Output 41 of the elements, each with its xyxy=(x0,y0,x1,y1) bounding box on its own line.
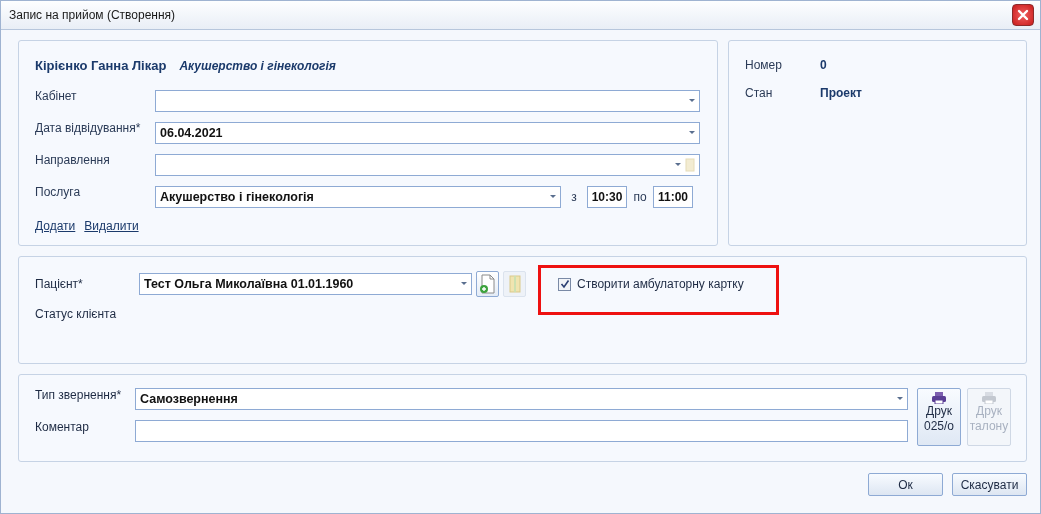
dropdown-field[interactable]: Акушерство і гінекологія xyxy=(155,185,561,208)
field-label: Статус клієнта xyxy=(35,307,118,321)
comment-field[interactable] xyxy=(135,420,908,442)
time-field[interactable]: 10:30 xyxy=(587,185,627,208)
time-label: з xyxy=(570,189,578,204)
time-field[interactable]: 11:00 xyxy=(653,185,693,208)
dropdown-arrow-icon[interactable] xyxy=(689,98,695,103)
dropdown-arrow-icon[interactable] xyxy=(675,162,681,167)
printer-icon xyxy=(932,392,946,404)
checkbox[interactable] xyxy=(558,277,571,291)
field-label: Пацієнт* xyxy=(35,277,84,291)
field-label: Послуга xyxy=(35,185,82,199)
dropdown-field[interactable] xyxy=(155,89,700,112)
print-button[interactable]: Друк 025/о xyxy=(917,388,961,446)
link[interactable]: Видалити xyxy=(84,219,139,233)
info-label: Номер xyxy=(745,58,783,72)
time-label: по xyxy=(632,189,648,204)
link[interactable]: Додати xyxy=(35,219,76,233)
field-label: Кабінет xyxy=(35,89,78,103)
field-label: Коментар xyxy=(35,420,90,434)
create-card-checkbox[interactable]: Створити амбулаторну картку xyxy=(558,277,776,291)
info-label: Стан xyxy=(745,86,774,100)
doctor-name: Кірієнко Ганна Лікар xyxy=(35,58,167,73)
dropdown-arrow-icon[interactable] xyxy=(461,282,467,286)
field-label: Направлення xyxy=(35,153,111,167)
dropdown-field[interactable]: 06.04.2021 xyxy=(155,121,700,144)
dropdown-field[interactable] xyxy=(155,153,700,176)
doctor-specialty: Акушерство і гінекологія xyxy=(179,59,336,73)
printer-icon xyxy=(982,392,996,404)
field-label: Тип звернення* xyxy=(35,388,123,402)
field-label: Дата відвідування* xyxy=(35,121,142,135)
dropdown-arrow-icon[interactable] xyxy=(550,194,556,199)
info-value: Проект xyxy=(820,86,862,100)
dropdown-field[interactable]: Самозвернення xyxy=(135,388,908,410)
dropdown-arrow-icon[interactable] xyxy=(689,130,695,135)
window-title: Запис на прийом (Створення) xyxy=(9,8,176,22)
dialog-button[interactable]: Скасувати xyxy=(952,473,1027,496)
dropdown-field[interactable]: Тест Ольга Миколаївна 01.01.1960 xyxy=(139,273,472,295)
dialog-button[interactable]: Ок xyxy=(868,473,943,496)
dropdown-arrow-icon[interactable] xyxy=(897,397,903,401)
info-value: 0 xyxy=(820,58,827,72)
